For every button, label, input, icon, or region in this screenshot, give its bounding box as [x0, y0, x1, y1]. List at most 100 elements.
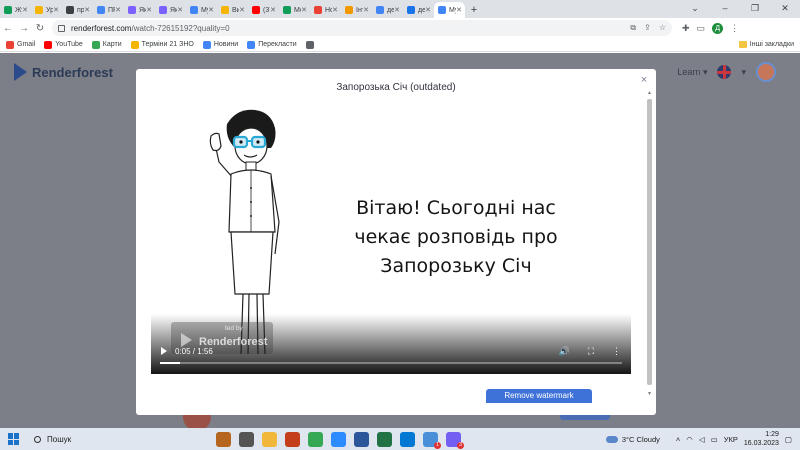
minimize-button[interactable]: – — [710, 0, 740, 18]
back-icon[interactable]: ← — [0, 23, 16, 34]
input-language[interactable]: УКР — [724, 435, 738, 444]
browser-tab[interactable]: Жу✕ — [0, 2, 31, 18]
taskbar-app-chrome-icon[interactable] — [308, 431, 323, 447]
taskbar-app-taskview-icon[interactable] — [239, 431, 254, 447]
taskbar-app-viber-icon[interactable]: 3 — [446, 431, 464, 449]
tab-close-icon[interactable]: ✕ — [394, 6, 400, 14]
reload-icon[interactable]: ↻ — [32, 23, 48, 34]
fullscreen-icon[interactable]: ⛶ — [588, 346, 594, 357]
chevron-up-icon[interactable]: ˄ — [676, 435, 680, 444]
scroll-down-icon[interactable]: ▼ — [647, 391, 652, 397]
browser-tab[interactable]: ПР✕ — [93, 2, 124, 18]
reading-list-icon[interactable]: ▭ — [697, 23, 706, 34]
tab-close-icon[interactable]: ✕ — [425, 6, 431, 14]
learn-menu[interactable]: Learn ▾ — [677, 67, 707, 78]
browser-tab[interactable]: Мо✕ — [279, 2, 310, 18]
taskbar-app-powerpoint-icon[interactable] — [285, 431, 300, 447]
tab-favicon-icon — [66, 6, 74, 14]
scroll-up-icon[interactable]: ▲ — [647, 90, 652, 96]
menu-kebab-icon[interactable]: ⋮ — [730, 23, 739, 34]
windows-start-icon[interactable] — [8, 433, 20, 445]
close-window-button[interactable]: ✕ — [770, 0, 800, 18]
browser-tab[interactable]: Інт✕ — [341, 2, 372, 18]
browser-tab[interactable]: Му✕ — [186, 2, 217, 18]
taskbar-app-photos-icon[interactable] — [400, 431, 415, 447]
video-progress-fill — [160, 362, 180, 364]
tab-title: Інт — [356, 6, 363, 14]
browser-tab[interactable]: дер✕ — [403, 2, 434, 18]
video-player[interactable]: Вітаю! Сьогодні нас чекає розповідь про … — [151, 104, 631, 374]
weather-widget[interactable]: 3°C Cloudy — [605, 435, 660, 444]
browser-tab[interactable]: Ур ✕ — [31, 2, 62, 18]
browser-tab[interactable]: Як ✕ — [155, 2, 186, 18]
bookmark-item[interactable]: Новини — [202, 40, 238, 49]
browser-tab[interactable]: Як ✕ — [124, 2, 155, 18]
tab-close-icon[interactable]: ✕ — [456, 6, 462, 14]
bookmark-item[interactable]: Терміни 21 ЗНО — [130, 40, 194, 49]
profile-avatar[interactable]: Д — [712, 22, 724, 34]
browser-tab[interactable]: пр ✕ — [62, 2, 93, 18]
brand[interactable]: Renderforest — [14, 63, 113, 81]
bookmark-item[interactable]: Карти — [91, 40, 122, 49]
tab-close-icon[interactable]: ✕ — [177, 6, 183, 14]
tab-close-icon[interactable]: ✕ — [270, 6, 276, 14]
volume-icon[interactable]: 🔊 — [558, 346, 569, 357]
language-caret-icon[interactable]: ▾ — [741, 67, 746, 78]
tab-search-chevron-icon[interactable]: ⌄ — [680, 0, 710, 18]
page-content: Renderforest Learn ▾ ▾ Запорозька Січ (o… — [0, 53, 800, 428]
browser-tab[interactable]: Но ✕ — [310, 2, 341, 18]
tab-close-icon[interactable]: ✕ — [208, 6, 214, 14]
scrollbar-thumb[interactable] — [647, 99, 652, 385]
user-avatar[interactable] — [756, 62, 776, 82]
tab-close-icon[interactable]: ✕ — [146, 6, 152, 14]
bookmark-star-icon[interactable]: ☆ — [659, 23, 666, 33]
battery-icon[interactable]: ▭ — [711, 435, 718, 444]
tab-title: Му — [201, 6, 208, 14]
taskbar-app-excel-icon[interactable] — [377, 431, 392, 447]
language-flag-icon[interactable] — [717, 65, 732, 79]
tab-close-icon[interactable]: ✕ — [84, 6, 90, 14]
clock[interactable]: 1:29 16.03.2023 — [744, 430, 779, 448]
address-bar[interactable]: renderforest.com /watch-72615192?quality… — [52, 20, 672, 36]
browser-tab[interactable]: (37✕ — [248, 2, 279, 18]
video-progress-bar[interactable] — [160, 362, 622, 364]
notifications-icon[interactable]: ▢ — [785, 435, 792, 444]
restore-button[interactable]: ❐ — [740, 0, 770, 18]
remove-watermark-button[interactable]: Remove watermark — [486, 389, 592, 403]
modal-scrollbar[interactable]: ▲ ▼ — [647, 85, 652, 397]
taskbar-app-explorer-icon[interactable] — [262, 431, 277, 447]
taskbar-app-landscape-icon[interactable] — [216, 431, 231, 447]
forward-icon[interactable]: → — [16, 23, 32, 34]
bookmark-item[interactable]: Перекласти — [247, 40, 297, 49]
bookmark-item[interactable]: Gmail — [6, 40, 36, 49]
taskbar-app-word-icon[interactable] — [354, 431, 369, 447]
tab-close-icon[interactable]: ✕ — [363, 6, 369, 14]
bookmark-item[interactable]: YouTube — [44, 40, 83, 49]
lock-icon[interactable] — [58, 24, 65, 32]
new-tab-button[interactable]: + — [465, 2, 483, 18]
other-bookmarks[interactable]: Інші закладки — [738, 41, 794, 48]
browser-tab[interactable]: Ви ✕ — [217, 2, 248, 18]
share-icon[interactable]: ⇪ — [644, 23, 651, 33]
bookmark-label: Gmail — [17, 41, 36, 48]
browser-tab[interactable]: Му✕ — [434, 2, 465, 18]
tab-close-icon[interactable]: ✕ — [53, 6, 59, 14]
play-icon[interactable] — [161, 347, 167, 355]
extensions-puzzle-icon[interactable]: ✚ — [682, 23, 690, 34]
tab-close-icon[interactable]: ✕ — [239, 6, 245, 14]
tab-close-icon[interactable]: ✕ — [332, 6, 338, 14]
browser-tab[interactable]: дер✕ — [372, 2, 403, 18]
translate-icon[interactable]: ⧉ — [630, 23, 636, 33]
bookmarks-bar: Gmail YouTube Карти Терміни 21 ЗНО Новини Пер… — [0, 38, 800, 52]
more-options-icon[interactable]: ⋮ — [612, 346, 621, 357]
speaker-icon[interactable]: ◁ — [699, 435, 705, 444]
taskbar-app-zoom-icon[interactable] — [331, 431, 346, 447]
taskbar-search[interactable]: Пошук — [34, 435, 154, 444]
system-tray: 3°C Cloudy ˄ ◠ ◁ ▭ УКР 1:29 16.03.2023 ▢ — [605, 430, 800, 448]
wifi-icon[interactable]: ◠ — [686, 435, 693, 444]
tab-close-icon[interactable]: ✕ — [22, 6, 28, 14]
taskbar-app-telegram-like-icon[interactable]: 1 — [423, 431, 441, 449]
tab-close-icon[interactable]: ✕ — [115, 6, 121, 14]
tab-close-icon[interactable]: ✕ — [301, 6, 307, 14]
bookmark-item[interactable] — [305, 40, 317, 49]
